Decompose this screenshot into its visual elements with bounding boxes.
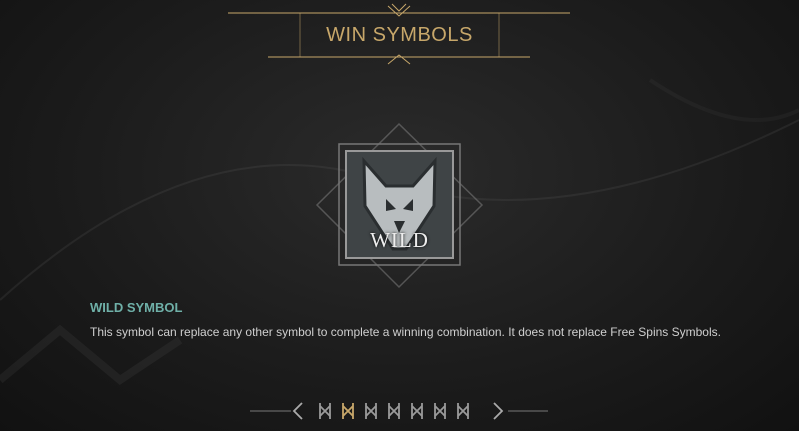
page-indicator-6[interactable] — [433, 402, 447, 420]
page-indicators — [318, 402, 483, 420]
chevron-left-icon[interactable] — [292, 402, 304, 420]
page-indicator-3[interactable] — [364, 402, 378, 420]
symbol-description: This symbol can replace any other symbol… — [90, 325, 721, 339]
symbol-title: WILD SYMBOL — [90, 300, 183, 315]
wild-symbol-frame: WILD — [312, 118, 487, 293]
chevron-right-icon[interactable] — [492, 402, 504, 420]
page-title: WIN SYMBOLS — [326, 24, 473, 46]
page-indicator-5[interactable] — [410, 402, 424, 420]
page-indicator-7[interactable] — [456, 402, 470, 420]
page-indicator-1[interactable] — [318, 402, 332, 420]
wild-label: WILD — [370, 228, 429, 252]
page-indicator-2[interactable] — [341, 402, 355, 420]
page-indicator-4[interactable] — [387, 402, 401, 420]
